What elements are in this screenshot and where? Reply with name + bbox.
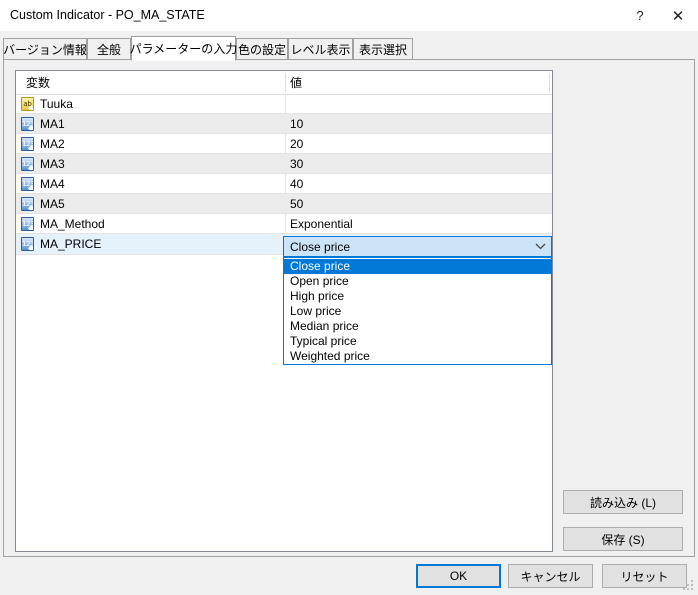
icon-glyph-text: 123: [22, 220, 34, 228]
cancel-button[interactable]: キャンセル: [508, 564, 593, 588]
tab-inputs[interactable]: パラメーターの入力: [130, 36, 237, 61]
title-bar: Custom Indicator - PO_MA_STATE ? ✕: [0, 0, 698, 31]
save-button[interactable]: 保存 (S): [563, 527, 683, 551]
number-variable-icon: 123: [21, 237, 34, 251]
icon-glyph-text: 123: [22, 240, 34, 248]
dropdown-option[interactable]: Low price: [284, 304, 551, 319]
icon-glyph-text: ab: [23, 100, 32, 108]
help-icon[interactable]: ?: [620, 0, 660, 31]
row-variable-name: MA2: [40, 137, 65, 151]
row-value[interactable]: Exponential: [290, 214, 353, 234]
icon-glyph-text: 123: [22, 180, 34, 188]
tab-strip: バージョン情報 全般 パラメーターの入力 色の設定 レベル表示 表示選択: [0, 36, 698, 61]
dropdown-option[interactable]: High price: [284, 289, 551, 304]
row-variable-name: MA_Method: [40, 217, 105, 231]
table-row[interactable]: 123 MA_Method Exponential: [16, 214, 552, 234]
dropdown-option[interactable]: Median price: [284, 319, 551, 334]
row-variable-name: MA3: [40, 157, 65, 171]
table-row[interactable]: 123 MA2 20: [16, 134, 552, 154]
dropdown-option[interactable]: Close price: [284, 259, 551, 274]
ok-button[interactable]: OK: [416, 564, 501, 588]
dropdown-option[interactable]: Weighted price: [284, 349, 551, 364]
window-title: Custom Indicator - PO_MA_STATE: [10, 8, 205, 22]
row-variable-name: MA1: [40, 117, 65, 131]
row-variable-name: MA5: [40, 197, 65, 211]
row-variable-name: Tuuka: [40, 97, 73, 111]
row-value[interactable]: 10: [290, 114, 303, 134]
column-header-value[interactable]: 値: [290, 71, 302, 94]
dropdown-option[interactable]: Typical price: [284, 334, 551, 349]
column-divider-end[interactable]: [549, 73, 550, 92]
number-variable-icon: 123: [21, 217, 34, 231]
row-value[interactable]: 40: [290, 174, 303, 194]
ma-price-dropdown-list[interactable]: Close price Open price High price Low pr…: [283, 257, 552, 365]
number-variable-icon: 123: [21, 117, 34, 131]
resize-grip[interactable]: [683, 580, 695, 592]
dropdown-option[interactable]: Open price: [284, 274, 551, 289]
row-variable-name: MA4: [40, 177, 65, 191]
number-variable-icon: 123: [21, 197, 34, 211]
load-button[interactable]: 読み込み (L): [563, 490, 683, 514]
column-header-variable[interactable]: 変数: [26, 71, 50, 94]
table-row[interactable]: 123 MA3 30: [16, 154, 552, 174]
icon-glyph-text: 123: [22, 160, 34, 168]
tab-colors[interactable]: 色の設定: [236, 38, 288, 60]
number-variable-icon: 123: [21, 137, 34, 151]
tab-levels[interactable]: レベル表示: [288, 38, 353, 60]
table-row[interactable]: 123 MA1 10: [16, 114, 552, 134]
number-variable-icon: 123: [21, 177, 34, 191]
grid-header: 変数 値: [16, 71, 552, 95]
close-icon[interactable]: ✕: [658, 0, 698, 31]
icon-glyph-text: 123: [22, 120, 34, 128]
column-divider[interactable]: [285, 73, 286, 92]
number-variable-icon: 123: [21, 157, 34, 171]
row-variable-name: MA_PRICE: [40, 237, 102, 251]
row-value[interactable]: 20: [290, 134, 303, 154]
string-variable-icon: ab: [21, 97, 34, 111]
ma-price-combobox[interactable]: Close price: [283, 236, 552, 257]
tab-common[interactable]: 全般: [87, 38, 131, 60]
icon-glyph-text: 123: [22, 140, 34, 148]
table-row[interactable]: ab Tuuka: [16, 94, 552, 114]
table-row[interactable]: 123 MA4 40: [16, 174, 552, 194]
table-row[interactable]: 123 MA5 50: [16, 194, 552, 214]
chevron-down-icon[interactable]: [535, 237, 546, 256]
tab-visualization[interactable]: 表示選択: [353, 38, 413, 60]
tab-version-info[interactable]: バージョン情報: [3, 38, 87, 60]
icon-glyph-text: 123: [22, 200, 34, 208]
row-value[interactable]: 50: [290, 194, 303, 214]
row-value[interactable]: 30: [290, 154, 303, 174]
reset-button[interactable]: リセット: [602, 564, 687, 588]
combobox-value: Close price: [290, 239, 351, 254]
